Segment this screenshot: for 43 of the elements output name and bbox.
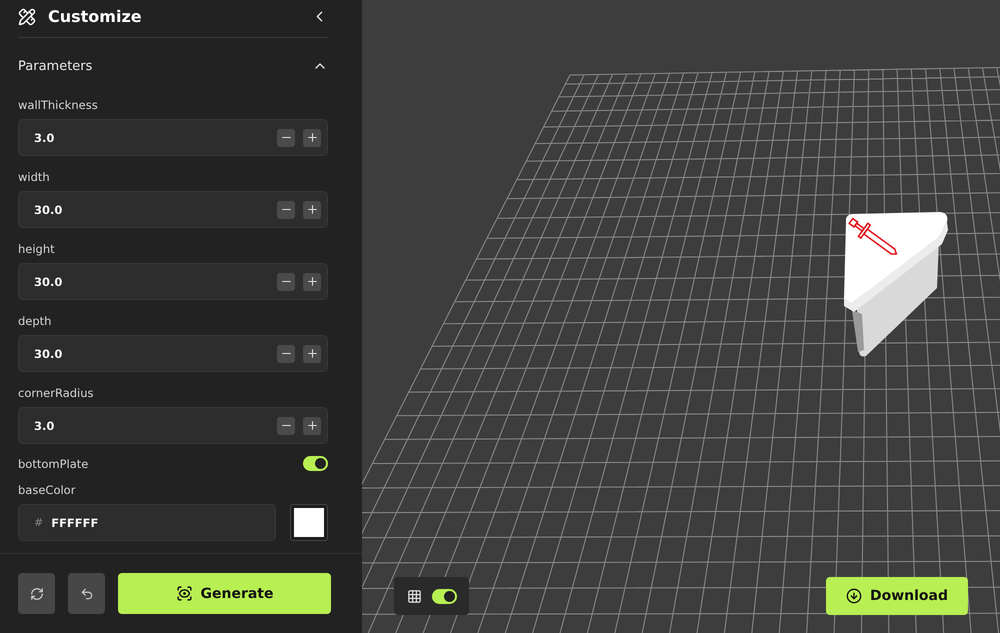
number-field[interactable]: 30.0	[18, 335, 328, 372]
parameter-label: width	[18, 170, 51, 184]
parameter-label: depth	[18, 314, 52, 328]
parameter-label: baseColor	[18, 483, 76, 497]
grid-icon[interactable]	[406, 588, 422, 604]
decrement-button[interactable]	[277, 128, 295, 146]
download-icon	[846, 588, 862, 604]
pencil-ruler-icon	[18, 8, 36, 26]
increment-button[interactable]	[303, 272, 321, 290]
decrement-button[interactable]	[277, 344, 295, 362]
toggle-switch[interactable]	[303, 456, 328, 471]
grid-toggle[interactable]	[432, 588, 456, 604]
increment-button[interactable]	[303, 128, 321, 146]
color-hex-field[interactable]: # FFFFFF	[18, 504, 276, 541]
undo-icon	[80, 586, 94, 600]
undo-button[interactable]	[68, 573, 105, 614]
increment-button[interactable]	[303, 416, 321, 434]
plus-icon	[306, 131, 318, 144]
scan-eye-icon	[176, 585, 192, 602]
decrement-button[interactable]	[277, 200, 295, 218]
plus-icon	[306, 203, 318, 216]
refresh-icon	[30, 586, 44, 600]
number-field[interactable]: 30.0	[18, 263, 328, 300]
plus-icon	[306, 347, 318, 360]
color-swatch[interactable]	[290, 504, 328, 541]
decrement-button[interactable]	[277, 272, 295, 290]
parameter-label: wallThickness	[18, 98, 99, 112]
parameter-label: cornerRadius	[18, 386, 95, 400]
increment-button[interactable]	[303, 200, 321, 218]
generate-button[interactable]: Generate	[118, 573, 331, 614]
reset-button[interactable]	[18, 573, 55, 614]
download-button[interactable]: Download	[826, 577, 968, 615]
plus-icon	[306, 275, 318, 288]
parameter-label: bottomPlate	[18, 456, 88, 470]
number-field[interactable]: 3.0	[18, 407, 328, 444]
increment-button[interactable]	[303, 344, 321, 362]
number-field[interactable]: 30.0	[18, 191, 328, 228]
number-field[interactable]: 3.0	[18, 119, 328, 156]
parameter-label: height	[18, 242, 56, 256]
panel-title: Customize	[48, 7, 143, 26]
plus-icon	[306, 419, 318, 432]
decrement-button[interactable]	[277, 416, 295, 434]
section-title: Parameters	[18, 58, 92, 74]
